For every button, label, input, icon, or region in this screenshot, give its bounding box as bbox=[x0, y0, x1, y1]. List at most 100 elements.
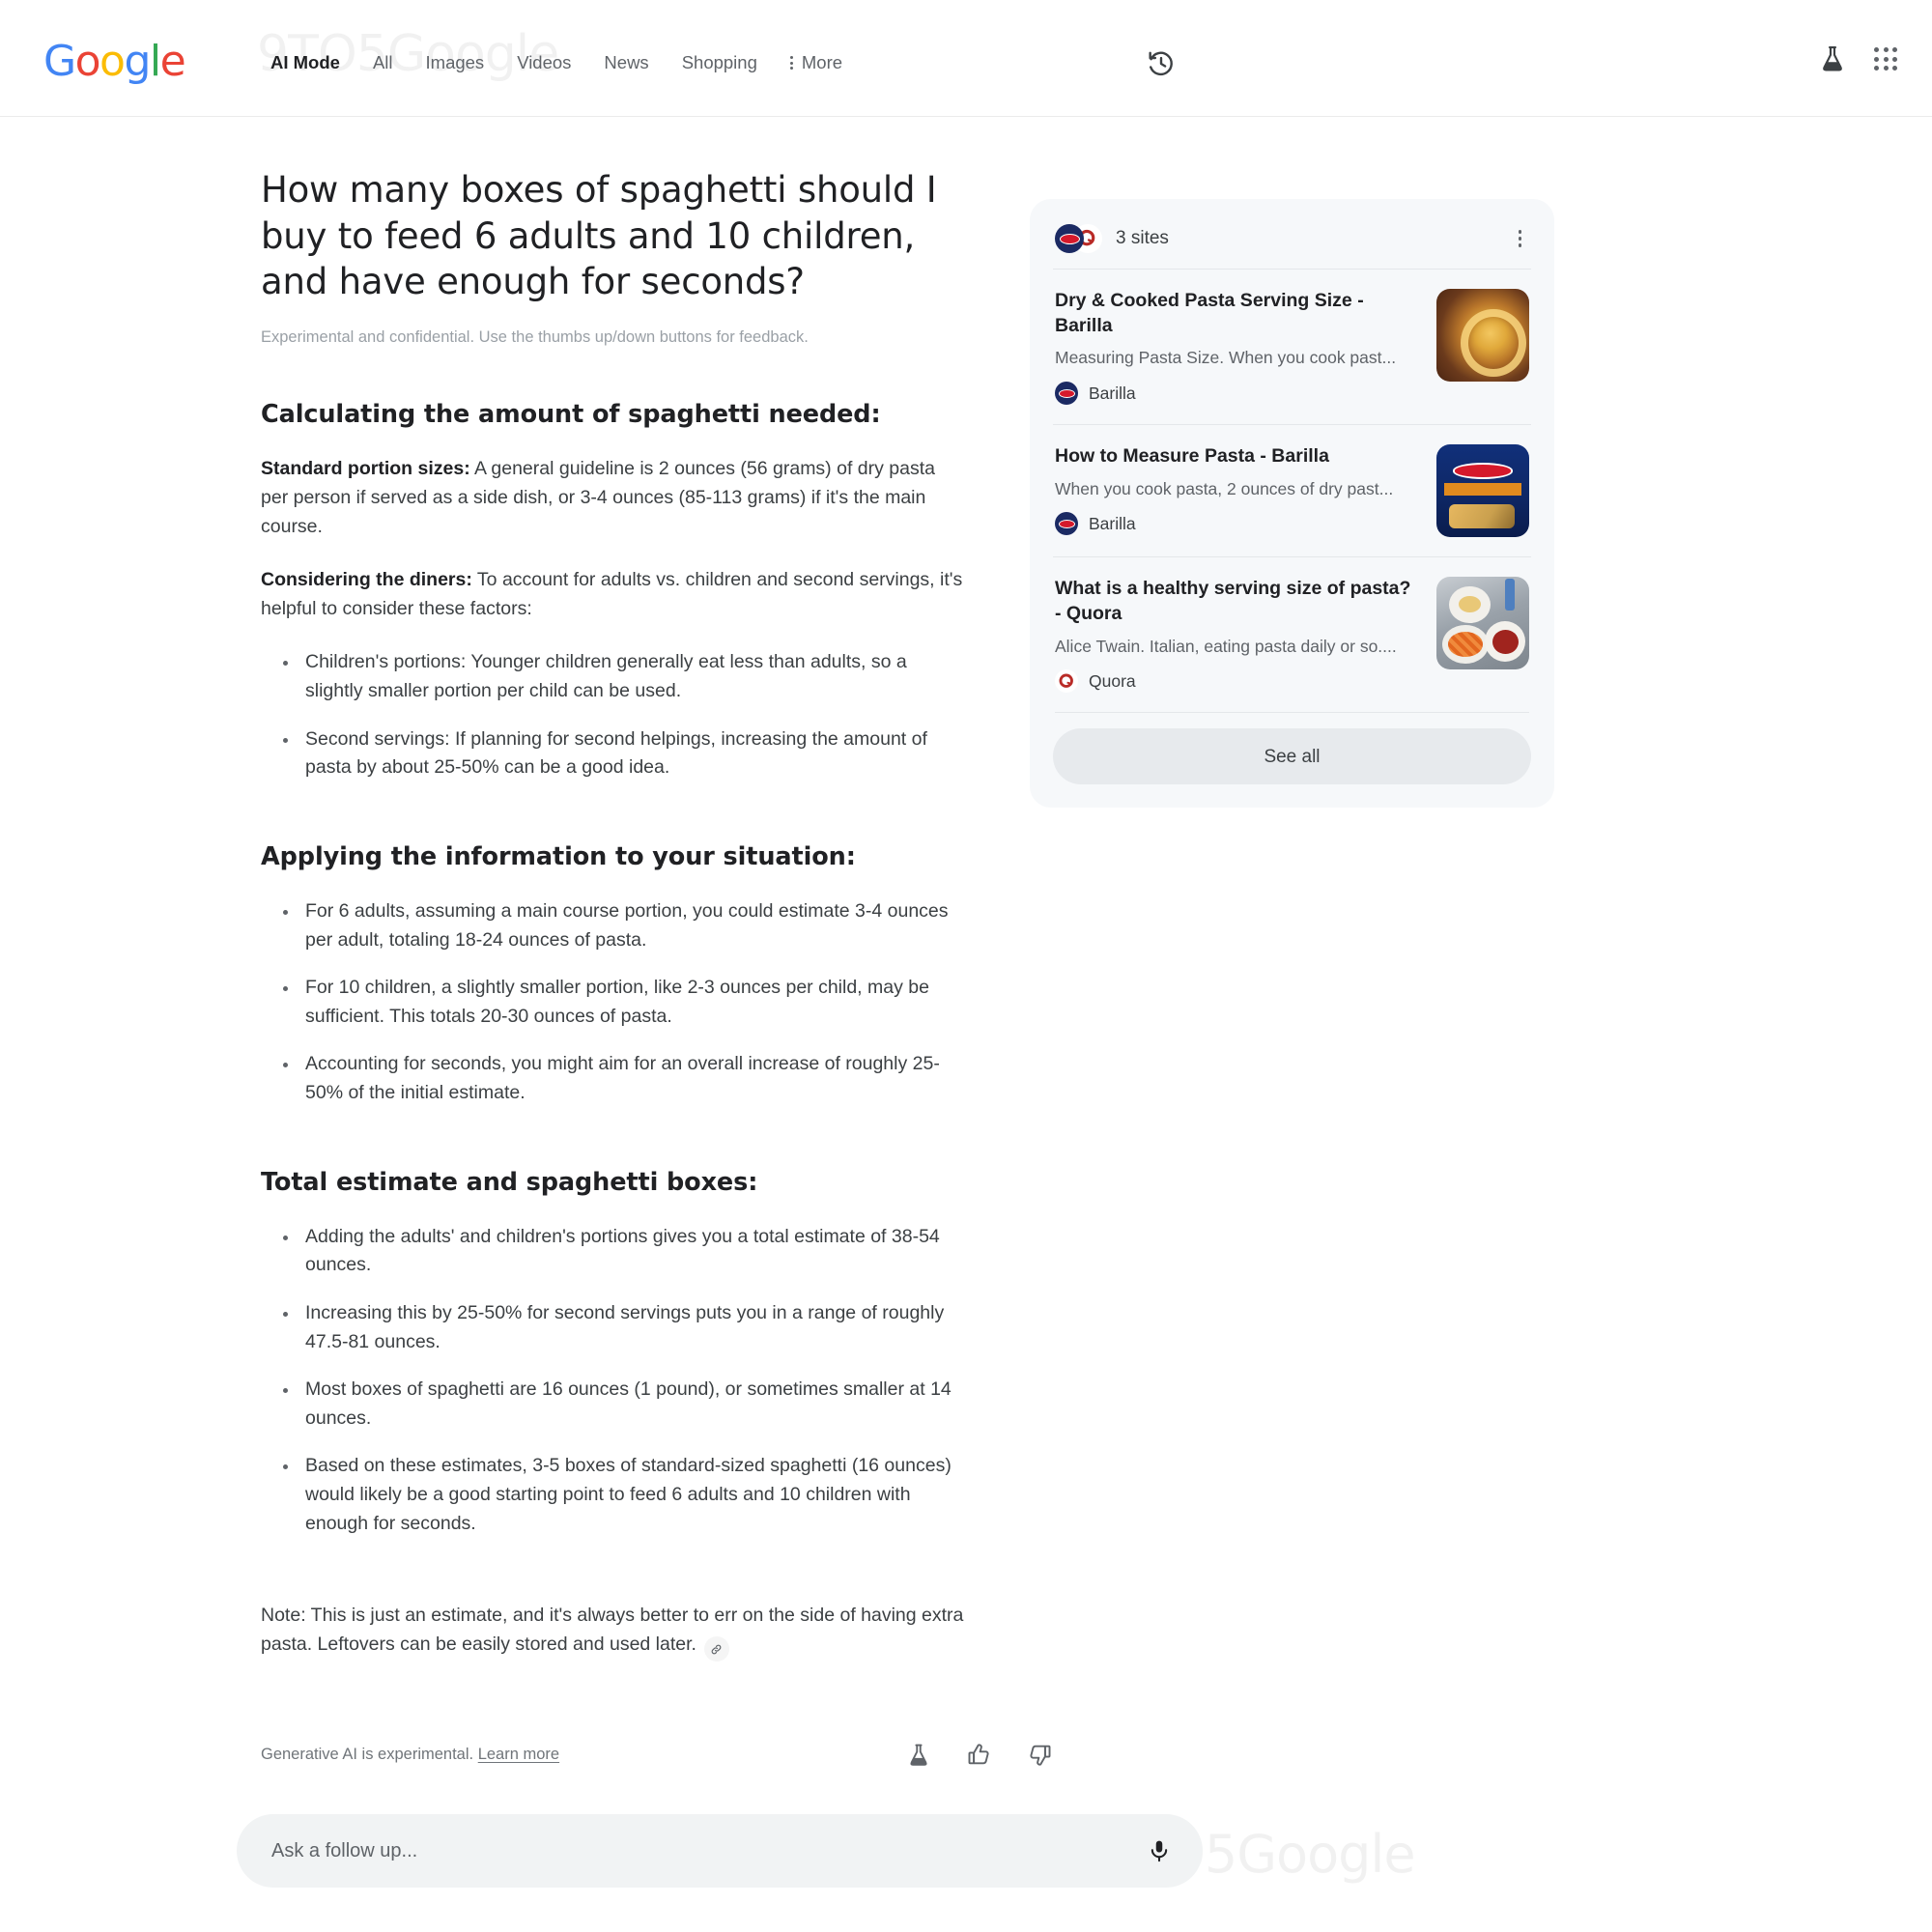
paragraph-lead-standard-portion-sizes: Standard portion sizes: bbox=[261, 458, 470, 480]
source-site: Barilla bbox=[1055, 512, 1419, 536]
labs-flask-icon bbox=[910, 1744, 927, 1766]
tab-ai-mode[interactable]: AI Mode bbox=[270, 50, 356, 75]
top-header: Google 9TO5Google AI Mode All Images Vid… bbox=[0, 0, 1932, 117]
google-apps-grid-icon bbox=[1874, 47, 1897, 71]
source-thumbnail-pasta-nest bbox=[1436, 289, 1529, 382]
sources-card: 3 sites Dry & Cooked Pasta Serving Size … bbox=[1030, 199, 1554, 809]
source-title: Dry & Cooked Pasta Serving Size - Barill… bbox=[1055, 290, 1364, 336]
source-title: How to Measure Pasta - Barilla bbox=[1055, 445, 1329, 468]
list-item: Children's portions: Younger children ge… bbox=[278, 648, 966, 705]
search-mode-nav: AI Mode All Images Videos News Shopping … bbox=[270, 50, 859, 75]
paragraph-considering-the-diners: Considering the diners: To account for a… bbox=[261, 566, 966, 623]
list-item: For 6 adults, assuming a main course por… bbox=[278, 897, 966, 954]
source-site-name: Barilla bbox=[1089, 383, 1136, 403]
section-heading-calculating: Calculating the amount of spaghetti need… bbox=[261, 400, 881, 430]
quora-q-icon bbox=[1059, 673, 1073, 688]
tab-images[interactable]: Images bbox=[410, 50, 501, 75]
tab-videos[interactable]: Videos bbox=[500, 50, 587, 75]
thumb-up-button[interactable] bbox=[966, 1742, 992, 1768]
voice-search-button[interactable] bbox=[1147, 1838, 1172, 1863]
bullet-list-total-estimate: Adding the adults' and children's portio… bbox=[278, 1223, 966, 1539]
header-actions bbox=[1818, 44, 1897, 73]
tab-all[interactable]: All bbox=[356, 50, 410, 75]
history-button[interactable] bbox=[1146, 48, 1177, 79]
answer-note: Note: This is just an estimate, and it's… bbox=[261, 1602, 966, 1662]
barilla-favicon-icon bbox=[1055, 224, 1084, 253]
list-item[interactable]: What is a healthy serving size of pasta?… bbox=[1053, 556, 1531, 712]
list-item: Most boxes of spaghetti are 16 ounces (1… bbox=[278, 1376, 966, 1433]
list-item: Second servings: If planning for second … bbox=[278, 725, 966, 782]
source-title: What is a healthy serving size of pasta?… bbox=[1055, 578, 1411, 624]
quora-favicon-icon bbox=[1055, 669, 1078, 694]
google-logo[interactable]: Google bbox=[43, 37, 186, 86]
source-site-name: Barilla bbox=[1089, 513, 1136, 533]
list-item: Accounting for seconds, you might aim fo… bbox=[278, 1050, 966, 1107]
thumb-down-button[interactable] bbox=[1027, 1742, 1053, 1768]
barilla-favicon-icon bbox=[1055, 382, 1078, 406]
see-all-button[interactable]: See all bbox=[1053, 728, 1531, 785]
logo-letter-g2: g bbox=[124, 37, 151, 86]
content-columns: How many boxes of spaghetti should I buy… bbox=[0, 167, 1932, 1768]
generative-ai-notice: Generative AI is experimental. Learn mor… bbox=[261, 1746, 559, 1764]
sources-divider bbox=[1055, 712, 1529, 714]
generative-ai-notice-text: Generative AI is experimental. bbox=[261, 1746, 474, 1764]
sources-menu-button[interactable] bbox=[1511, 226, 1530, 251]
source-favicons-stack bbox=[1055, 224, 1102, 253]
source-text-block: How to Measure Pasta - Barilla When you … bbox=[1055, 444, 1419, 537]
logo-letter-e: e bbox=[159, 37, 186, 86]
page-title: How many boxes of spaghetti should I buy… bbox=[261, 169, 937, 303]
answer-footer: Generative AI is experimental. Learn mor… bbox=[261, 1742, 1053, 1768]
list-item: For 10 children, a slightly smaller port… bbox=[278, 974, 966, 1031]
sources-card-header: 3 sites bbox=[1053, 220, 1531, 269]
logo-letter-l: l bbox=[149, 37, 161, 86]
logo-letter-o2: o bbox=[99, 37, 126, 86]
page-body: How many boxes of spaghetti should I buy… bbox=[0, 117, 1932, 1768]
feedback-actions bbox=[906, 1742, 1053, 1768]
more-menu-button[interactable]: More bbox=[774, 52, 859, 73]
link-citation-button[interactable] bbox=[703, 1636, 729, 1662]
source-thumbnail-barilla-box bbox=[1436, 444, 1529, 538]
list-item: Based on these estimates, 3-5 boxes of s… bbox=[278, 1452, 966, 1538]
microphone-icon bbox=[1151, 1840, 1168, 1862]
sources-summary: 3 sites bbox=[1055, 224, 1169, 253]
experimental-disclaimer: Experimental and confidential. Use the t… bbox=[261, 328, 809, 347]
learn-more-link[interactable]: Learn more bbox=[478, 1746, 559, 1763]
google-apps-button[interactable] bbox=[1874, 47, 1897, 71]
source-site: Quora bbox=[1055, 669, 1419, 694]
more-menu-label: More bbox=[801, 52, 843, 72]
source-text-block: What is a healthy serving size of pasta?… bbox=[1055, 577, 1419, 694]
logo-letter-o1: o bbox=[74, 37, 101, 86]
source-site-name: Quora bbox=[1089, 670, 1136, 691]
sources-count-label: 3 sites bbox=[1116, 228, 1169, 248]
bullet-list-calculating: Children's portions: Younger children ge… bbox=[278, 648, 966, 782]
section-heading-total-estimate: Total estimate and spaghetti boxes: bbox=[261, 1167, 758, 1197]
source-snippet: Alice Twain. Italian, eating pasta daily… bbox=[1055, 636, 1397, 656]
tab-news[interactable]: News bbox=[587, 50, 665, 75]
thumb-down-icon bbox=[1030, 1746, 1051, 1766]
history-icon bbox=[1149, 51, 1173, 76]
list-item: Increasing this by 25-50% for second ser… bbox=[278, 1299, 966, 1356]
list-item[interactable]: Dry & Cooked Pasta Serving Size - Barill… bbox=[1053, 269, 1531, 424]
tab-shopping[interactable]: Shopping bbox=[666, 50, 774, 75]
follow-up-input[interactable]: Ask a follow up... bbox=[237, 1814, 1203, 1888]
labs-button[interactable] bbox=[1818, 44, 1847, 73]
source-snippet: When you cook pasta, 2 ounces of dry pas… bbox=[1055, 478, 1394, 498]
list-item: Adding the adults' and children's portio… bbox=[278, 1223, 966, 1280]
sources-column: 3 sites Dry & Cooked Pasta Serving Size … bbox=[1030, 167, 1609, 809]
bullet-list-applying: For 6 adults, assuming a main course por… bbox=[278, 897, 966, 1108]
ai-answer-column: How many boxes of spaghetti should I buy… bbox=[0, 167, 1051, 1768]
labs-flask-icon bbox=[1823, 45, 1842, 71]
barilla-favicon-icon bbox=[1055, 512, 1078, 536]
logo-letter-g1: G bbox=[43, 37, 76, 86]
paragraph-lead-considering-the-diners: Considering the diners: bbox=[261, 569, 472, 591]
list-item[interactable]: How to Measure Pasta - Barilla When you … bbox=[1053, 424, 1531, 556]
source-thumbnail-pasta-plates bbox=[1436, 577, 1529, 670]
section-heading-applying: Applying the information to your situati… bbox=[261, 841, 856, 871]
paragraph-standard-portion-sizes: Standard portion sizes: A general guidel… bbox=[261, 455, 966, 541]
source-snippet: Measuring Pasta Size. When you cook past… bbox=[1055, 348, 1397, 368]
labs-feedback-button[interactable] bbox=[906, 1743, 931, 1768]
answer-note-text: Note: This is just an estimate, and it's… bbox=[261, 1605, 964, 1655]
follow-up-placeholder: Ask a follow up... bbox=[271, 1839, 418, 1861]
link-citation-icon bbox=[712, 1644, 722, 1655]
source-text-block: Dry & Cooked Pasta Serving Size - Barill… bbox=[1055, 289, 1419, 406]
